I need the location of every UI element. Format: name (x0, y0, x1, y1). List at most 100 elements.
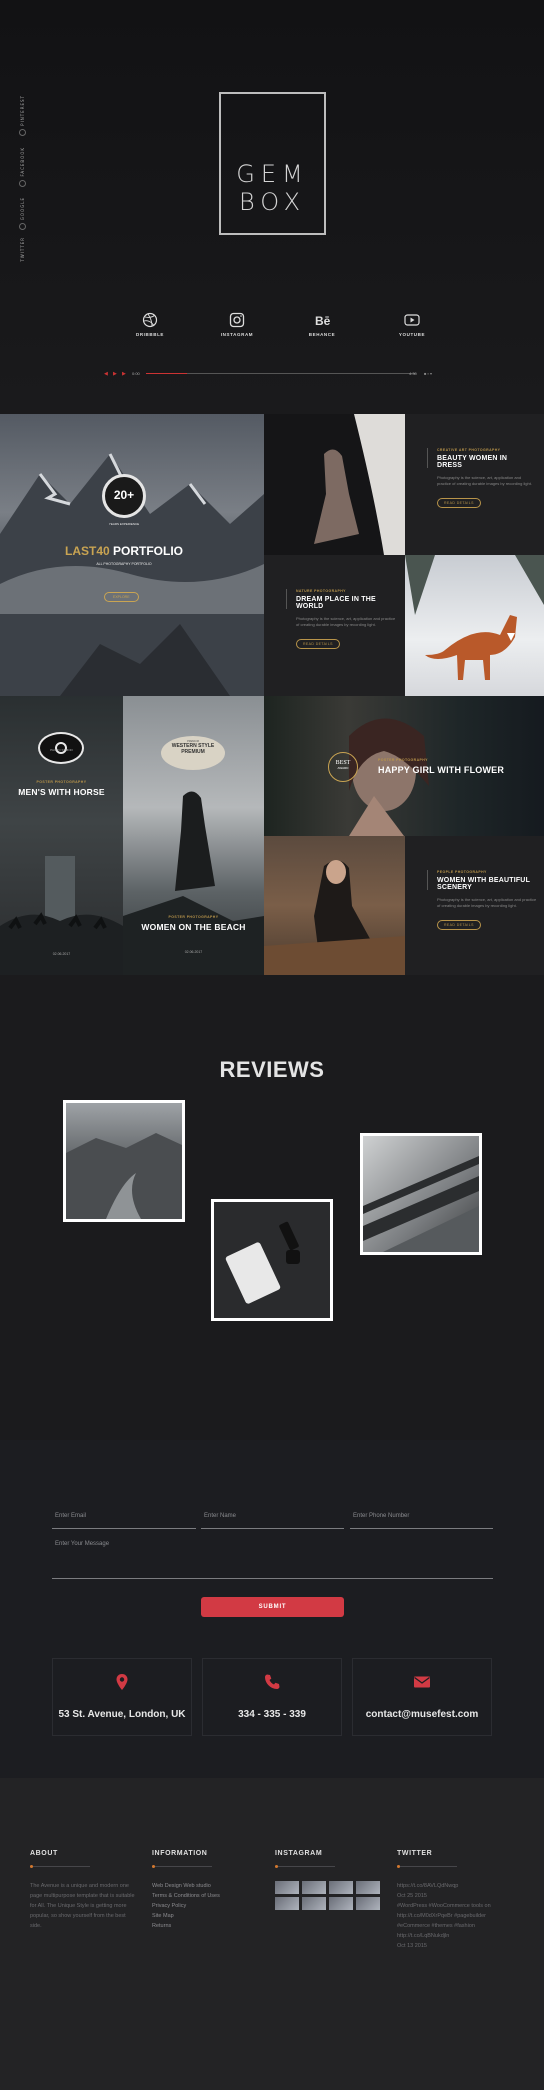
footer-instagram: INSTAGRAM (275, 1850, 385, 1910)
card-tag: NATURE PHOTOGRAPHY (296, 589, 346, 593)
instagram-thumb[interactable] (302, 1897, 326, 1910)
instagram-thumb[interactable] (356, 1897, 380, 1910)
instagram-icon (229, 312, 245, 328)
read-details-button[interactable]: READ DETAILS (296, 639, 340, 649)
tweet-link[interactable]: http://t.co/LqBNukdjln (397, 1931, 512, 1941)
about-text: The Avenue is a unique and modern one pa… (30, 1883, 135, 1929)
facebook-icon (18, 179, 26, 187)
side-link-twitter[interactable]: TWITTER (14, 237, 30, 262)
next-icon[interactable]: ▶ (122, 371, 126, 377)
footer-link[interactable]: Privacy Policy (152, 1901, 262, 1911)
svg-text:Bē: Bē (315, 314, 330, 328)
card-title: DREAM PLACE IN THE WORLD (296, 596, 376, 610)
tile-tag: POSTER PHOTOGRAPHY (168, 915, 219, 919)
woman-autumn-illustration (264, 860, 405, 975)
review-photo-landscape[interactable] (63, 1100, 185, 1222)
footer-link[interactable]: Terms & Conditions of Uses (152, 1891, 262, 1901)
card-accent-bar (286, 589, 287, 609)
card-accent-bar (427, 870, 428, 890)
social-behance[interactable]: Bē BEHANCE (292, 312, 352, 337)
current-time: 0:00 (132, 371, 140, 376)
review-photo-tablet[interactable] (211, 1199, 333, 1321)
photo-fox[interactable] (405, 555, 544, 696)
side-link-label: PINTEREST (19, 95, 25, 126)
instagram-thumb[interactable] (329, 1881, 353, 1894)
tile-women-beach[interactable]: PREMIUM WESTERN STYLE PREMIUM POSTER PHO… (123, 696, 264, 975)
email-text[interactable]: contact@musefest.com (353, 1709, 491, 1720)
social-dribbble[interactable]: DRIBBBLE (120, 312, 180, 337)
tile-title: WOMEN ON THE BEACH (141, 922, 246, 932)
hero-section: PINTEREST FACEBOOK GOOGLE TWITTER GEM BO… (0, 0, 544, 414)
tile-date: 02.06.2017 (52, 952, 71, 956)
phone-text: 334 - 335 - 339 (238, 1709, 306, 1720)
tweet-link[interactable]: https://t.co/8AVLQdNwqp (397, 1881, 512, 1891)
footer-link[interactable]: Returns (152, 1921, 262, 1931)
tile-mens-horse[interactable]: PHOTO STUDIO POSTER PHOTOGRAPHY MEN'S WI… (0, 696, 123, 975)
social-instagram[interactable]: INSTAGRAM (207, 312, 267, 337)
card-dream-place: NATURE PHOTOGRAPHY DREAM PLACE IN THE WO… (264, 555, 405, 696)
footer-information: INFORMATION Web Design Web studio Terms … (152, 1850, 262, 1931)
side-link-facebook[interactable]: FACEBOOK (14, 147, 30, 187)
divider-dot (152, 1865, 155, 1868)
explore-button[interactable]: EXPLORE (104, 592, 139, 602)
photo-woman-autumn[interactable] (264, 836, 405, 975)
side-link-pinterest[interactable]: PINTEREST (14, 95, 30, 136)
tweet-link[interactable]: http://t.co/M0dXrPqeBr #pagebuilder (397, 1911, 512, 1921)
name-placeholder: Enter Name (204, 1513, 237, 1519)
photo-woman-dress[interactable] (264, 414, 405, 555)
card-accent-bar (427, 448, 428, 468)
footer-heading: TWITTER (397, 1850, 433, 1857)
read-details-button[interactable]: READ DETAILS (437, 498, 481, 508)
tile-last40-portfolio[interactable]: 20+ YEARS EXPERIENCE LAST40 PORTFOLIO AL… (0, 414, 264, 696)
map-pin-icon (116, 1674, 128, 1690)
side-link-label: FACEBOOK (19, 147, 25, 177)
message-field[interactable]: Enter Your Message (52, 1539, 493, 1579)
email-field[interactable]: Enter Email (52, 1511, 196, 1529)
footer-heading: INFORMATION (152, 1850, 208, 1857)
side-link-google[interactable]: GOOGLE (14, 197, 30, 231)
tile-happy-girl[interactable]: BEST AWARD POSTER PHOTOGRAPHY HAPPY GIRL… (264, 696, 544, 836)
dribbble-icon (142, 312, 158, 328)
tile-title-accent: LAST40 (64, 544, 110, 558)
message-placeholder: Enter Your Message (55, 1541, 110, 1547)
read-details-button[interactable]: READ DETAILS (437, 920, 481, 930)
tile-title: LAST40 PORTFOLIO (0, 544, 248, 558)
card-desc: Photography is the science, art, applica… (437, 475, 532, 486)
footer-heading: INSTAGRAM (275, 1850, 323, 1857)
phone-placeholder: Enter Phone Number (353, 1513, 410, 1519)
fox-illustration (405, 555, 544, 680)
gembox-logo[interactable]: GEM BOX (219, 92, 326, 235)
card-desc: Photography is the science, art, applica… (296, 616, 396, 627)
tile-date: 02.06.2017 (184, 950, 203, 954)
instagram-thumb[interactable] (275, 1881, 299, 1894)
info-links: Web Design Web studio Terms & Conditions… (152, 1881, 262, 1931)
footer-twitter: TWITTER https://t.co/8AVLQdNwqp Oct 25 2… (397, 1850, 507, 1951)
pinterest-icon (18, 128, 26, 136)
submit-button[interactable]: SUBMIT (201, 1597, 344, 1617)
progress-fill (146, 373, 187, 374)
heading-divider (275, 1865, 335, 1868)
experience-badge: 20+ (102, 474, 146, 518)
card-beauty-dress: CREATIVE ART PHOTOGRAPHY BEAUTY WOMEN IN… (405, 414, 544, 555)
footer-link[interactable]: Web Design Web studio (152, 1881, 262, 1891)
instagram-thumb[interactable] (275, 1897, 299, 1910)
tweet-date: Oct 13 2015 (397, 1943, 427, 1949)
social-youtube[interactable]: YOUTUBE (382, 312, 442, 337)
name-field[interactable]: Enter Name (201, 1511, 344, 1529)
total-time: 4:30 (409, 371, 417, 376)
footer-about: ABOUT The Avenue is a unique and modern … (30, 1850, 140, 1931)
card-content: CREATIVE ART PHOTOGRAPHY BEAUTY WOMEN IN… (437, 448, 532, 509)
footer-link[interactable]: Site Map (152, 1911, 262, 1921)
play-icon[interactable]: ▶ (113, 371, 117, 377)
review-photo-architecture[interactable] (360, 1133, 482, 1255)
volume-icon[interactable]: ■ ▪ ▾ (424, 371, 432, 376)
instagram-thumb[interactable] (302, 1881, 326, 1894)
social-label: INSTAGRAM (220, 332, 254, 337)
phone-field[interactable]: Enter Phone Number (350, 1511, 493, 1529)
instagram-thumb[interactable] (356, 1881, 380, 1894)
instagram-thumb[interactable] (329, 1897, 353, 1910)
prev-icon[interactable]: ◀ (104, 371, 108, 377)
audio-player: ◀ ▶ ▶ 0:00 4:30 ■ ▪ ▾ (104, 369, 448, 379)
progress-bar[interactable] (146, 373, 416, 374)
social-label: YOUTUBE (398, 332, 426, 337)
